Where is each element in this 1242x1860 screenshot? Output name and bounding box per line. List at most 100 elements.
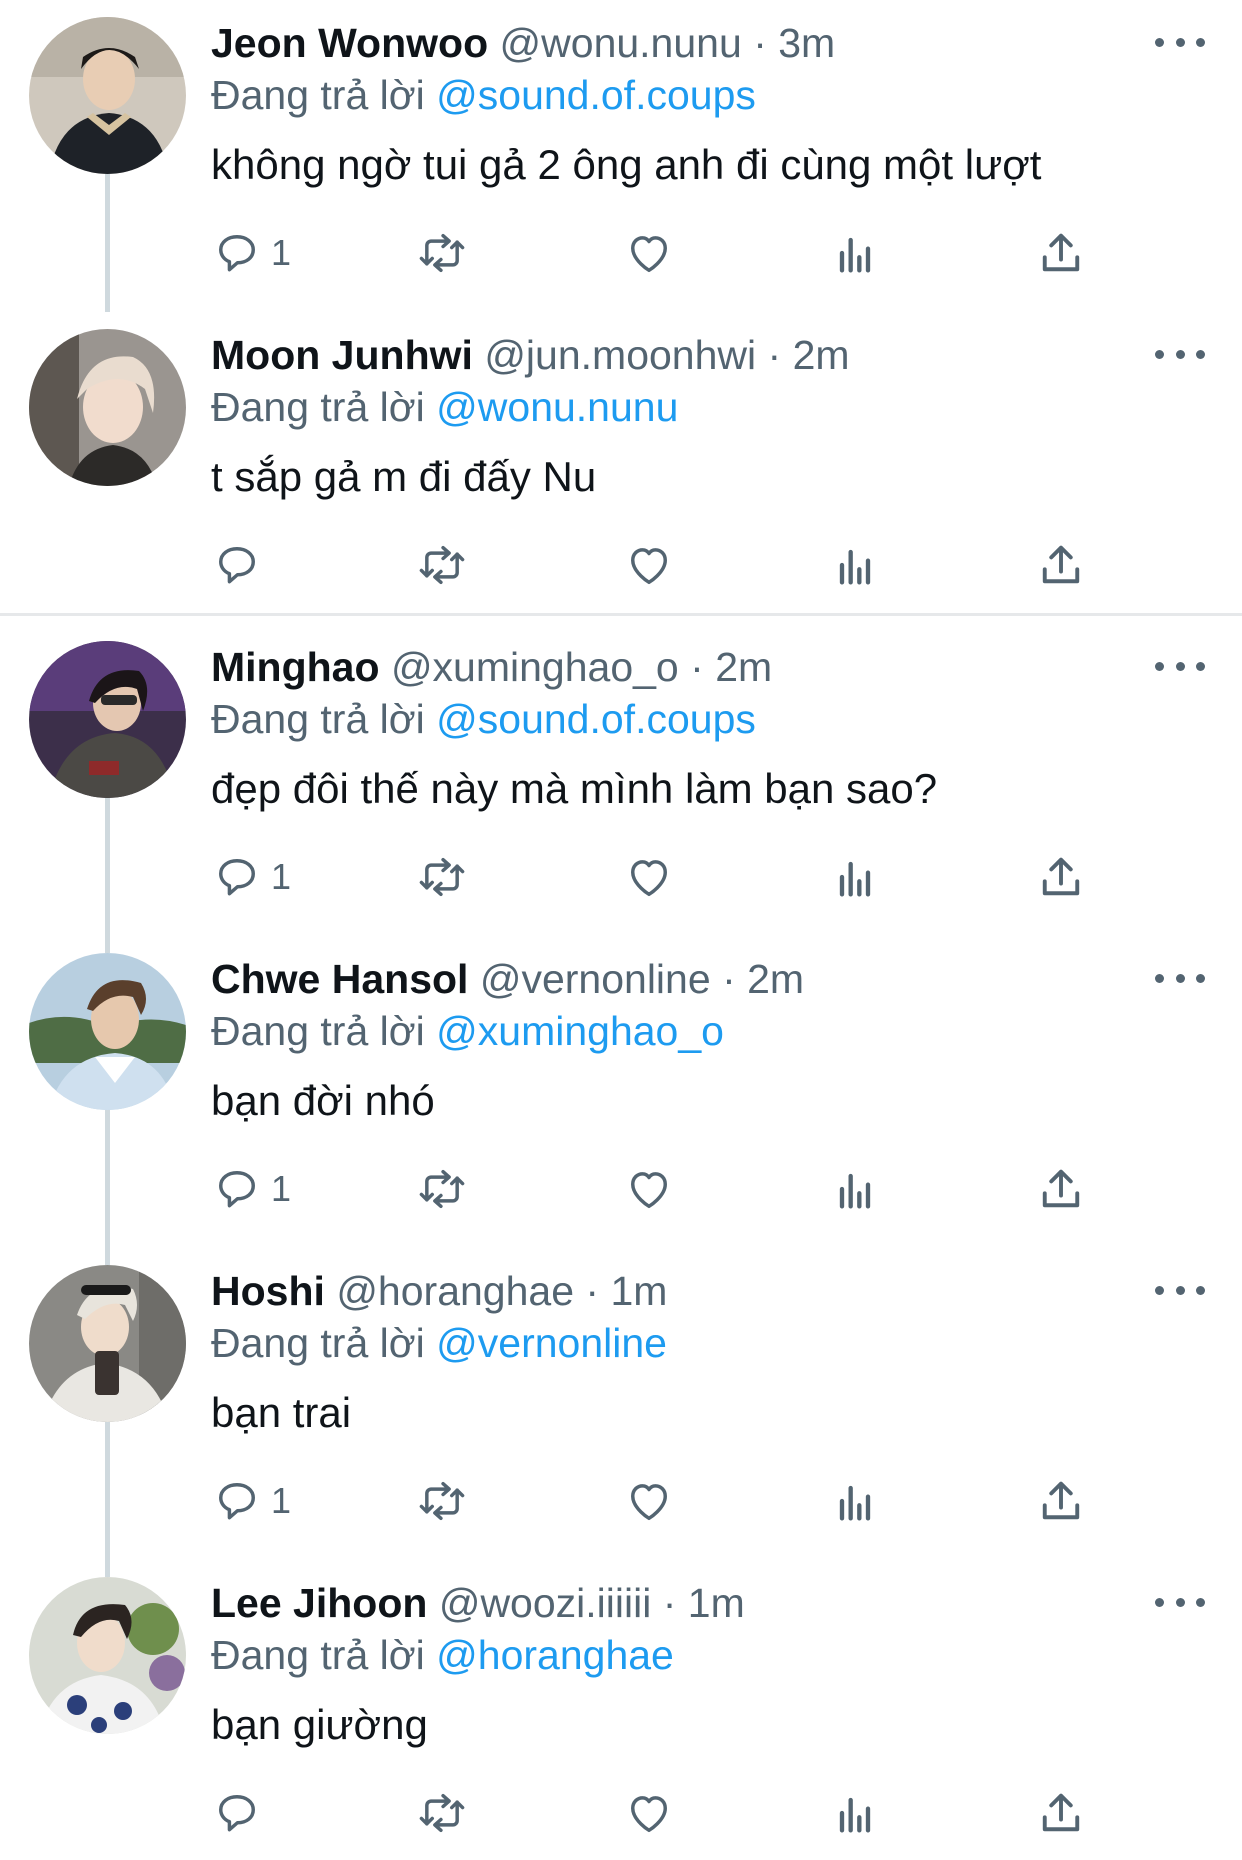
more-options-icon[interactable] xyxy=(1155,1582,1205,1622)
reply-button[interactable] xyxy=(211,537,271,593)
retweet-icon xyxy=(419,1169,465,1209)
thread-line xyxy=(105,798,110,936)
mention-link[interactable]: @sound.of.coups xyxy=(436,696,756,742)
like-button[interactable] xyxy=(623,225,675,281)
action-bar xyxy=(211,537,1111,593)
analytics-icon xyxy=(839,1485,871,1521)
like-button[interactable] xyxy=(623,1785,675,1841)
avatar[interactable] xyxy=(29,1265,186,1422)
tweet[interactable]: Chwe Hansol @vernonline · 2m Đang trả lờ… xyxy=(0,936,1242,1248)
share-icon xyxy=(1042,857,1080,896)
like-button[interactable] xyxy=(623,1473,675,1529)
like-button[interactable] xyxy=(623,537,675,593)
reply-button[interactable]: 1 xyxy=(211,1473,291,1529)
share-button[interactable] xyxy=(1035,849,1087,905)
retweet-icon xyxy=(419,1481,465,1521)
replying-to: Đang trả lời @sound.of.coups xyxy=(211,70,756,120)
views-button[interactable] xyxy=(829,537,881,593)
mention-link[interactable]: @horanghae xyxy=(436,1632,674,1678)
share-icon xyxy=(1042,233,1080,272)
more-options-icon[interactable] xyxy=(1155,958,1205,998)
like-button[interactable] xyxy=(623,1161,675,1217)
user-handle[interactable]: @woozi.iiiiii xyxy=(439,1580,652,1626)
retweet-button[interactable] xyxy=(416,225,468,281)
analytics-icon xyxy=(839,549,871,585)
heart-icon xyxy=(631,1796,667,1833)
separator: · xyxy=(767,332,782,378)
timestamp[interactable]: 2m xyxy=(747,956,804,1002)
user-handle[interactable]: @jun.moonhwi xyxy=(484,332,756,378)
avatar[interactable] xyxy=(29,953,186,1110)
views-button[interactable] xyxy=(829,1161,881,1217)
reply-button[interactable]: 1 xyxy=(211,849,291,905)
timestamp[interactable]: 3m xyxy=(778,20,835,66)
reply-button[interactable]: 1 xyxy=(211,1161,291,1217)
action-bar: 1 xyxy=(211,225,1111,281)
retweet-button[interactable] xyxy=(416,1473,468,1529)
tweet[interactable]: Jeon Wonwoo @wonu.nunu · 3m Đang trả lời… xyxy=(0,0,1242,312)
mention-link[interactable]: @vernonline xyxy=(436,1320,667,1366)
more-options-icon[interactable] xyxy=(1155,646,1205,686)
display-name[interactable]: Moon Junhwi xyxy=(211,332,473,378)
replying-to-label: Đang trả lời xyxy=(211,384,425,430)
replying-to-label: Đang trả lời xyxy=(211,1632,425,1678)
user-handle[interactable]: @horanghae xyxy=(336,1268,574,1314)
tweet[interactable]: Hoshi @horanghae · 1m Đang trả lời @vern… xyxy=(0,1248,1242,1560)
action-bar: 1 xyxy=(211,1161,1111,1217)
reply-button[interactable]: 1 xyxy=(211,225,291,281)
timestamp[interactable]: 1m xyxy=(610,1268,667,1314)
retweet-button[interactable] xyxy=(416,1161,468,1217)
thread-line xyxy=(105,174,110,312)
tweet[interactable]: Moon Junhwi @jun.moonhwi · 2m Đang trả l… xyxy=(0,312,1242,613)
views-button[interactable] xyxy=(829,849,881,905)
tweet-header: Lee Jihoon @woozi.iiiiii · 1m xyxy=(211,1578,745,1628)
mention-link[interactable]: @xuminghao_o xyxy=(436,1008,724,1054)
views-button[interactable] xyxy=(829,1473,881,1529)
separator: · xyxy=(585,1268,600,1314)
tweet-header: Moon Junhwi @jun.moonhwi · 2m xyxy=(211,330,850,380)
timestamp[interactable]: 2m xyxy=(715,644,772,690)
reply-icon xyxy=(219,1171,255,1208)
more-options-icon[interactable] xyxy=(1155,334,1205,374)
tweet[interactable]: Lee Jihoon @woozi.iiiiii · 1m Đang trả l… xyxy=(0,1560,1242,1860)
retweet-button[interactable] xyxy=(416,1785,468,1841)
views-button[interactable] xyxy=(829,225,881,281)
retweet-button[interactable] xyxy=(416,849,468,905)
mention-link[interactable]: @wonu.nunu xyxy=(436,384,678,430)
share-button[interactable] xyxy=(1035,225,1087,281)
timestamp[interactable]: 2m xyxy=(793,332,850,378)
avatar[interactable] xyxy=(29,1577,186,1734)
like-button[interactable] xyxy=(623,849,675,905)
more-options-icon[interactable] xyxy=(1155,22,1205,62)
action-bar xyxy=(211,1785,1111,1841)
share-button[interactable] xyxy=(1035,1785,1087,1841)
display-name[interactable]: Chwe Hansol xyxy=(211,956,468,1002)
tweet[interactable]: Minghao @xuminghao_o · 2m Đang trả lời @… xyxy=(0,624,1242,936)
reply-icon xyxy=(219,859,255,896)
mention-link[interactable]: @sound.of.coups xyxy=(436,72,756,118)
avatar[interactable] xyxy=(29,329,186,486)
share-button[interactable] xyxy=(1035,1473,1087,1529)
display-name[interactable]: Hoshi xyxy=(211,1268,325,1314)
views-button[interactable] xyxy=(829,1785,881,1841)
user-handle[interactable]: @xuminghao_o xyxy=(391,644,679,690)
analytics-icon xyxy=(839,861,871,897)
share-button[interactable] xyxy=(1035,537,1087,593)
replying-to: Đang trả lời @sound.of.coups xyxy=(211,694,756,744)
tweet-text: bạn giường xyxy=(211,1701,428,1748)
heart-icon xyxy=(631,236,667,273)
reply-button[interactable] xyxy=(211,1785,271,1841)
thread-divider xyxy=(0,613,1242,616)
display-name[interactable]: Minghao xyxy=(211,644,380,690)
share-button[interactable] xyxy=(1035,1161,1087,1217)
user-handle[interactable]: @wonu.nunu xyxy=(500,20,742,66)
user-handle[interactable]: @vernonline xyxy=(480,956,711,1002)
tweet-text: bạn trai xyxy=(211,1389,352,1436)
timestamp[interactable]: 1m xyxy=(688,1580,745,1626)
avatar[interactable] xyxy=(29,17,186,174)
more-options-icon[interactable] xyxy=(1155,1270,1205,1310)
avatar[interactable] xyxy=(29,641,186,798)
display-name[interactable]: Jeon Wonwoo xyxy=(211,20,488,66)
display-name[interactable]: Lee Jihoon xyxy=(211,1580,427,1626)
retweet-button[interactable] xyxy=(416,537,468,593)
